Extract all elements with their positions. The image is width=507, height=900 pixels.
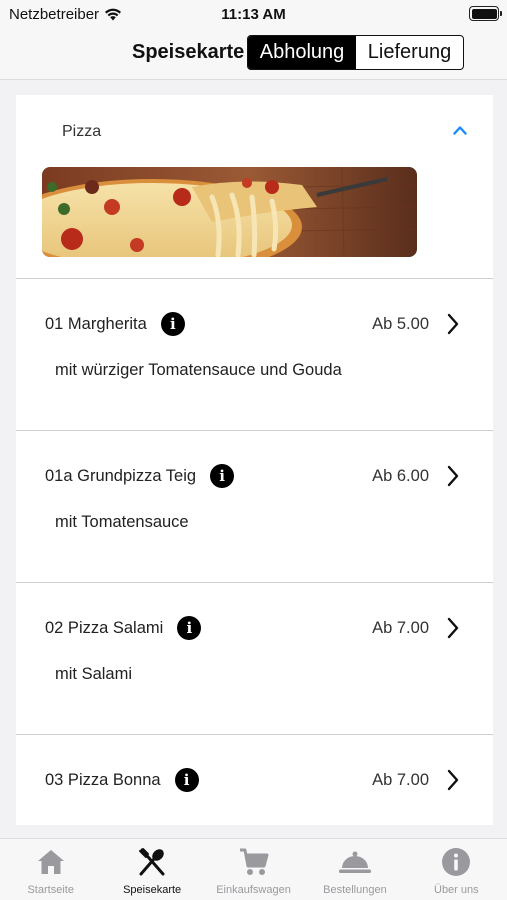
chevron-right-icon[interactable] — [447, 313, 459, 335]
item-name: 01a Grundpizza Teig — [45, 466, 197, 485]
item-price: Ab 7.00 — [372, 770, 429, 789]
category-title: Pizza — [62, 123, 102, 140]
menu-item[interactable]: 03 Pizza Bonna i Ab 7.00 — [16, 735, 493, 825]
info-icon[interactable]: i — [174, 768, 199, 792]
order-type-segmented-control: Abholung Lieferung — [247, 35, 464, 70]
info-icon[interactable]: i — [160, 312, 185, 336]
item-description: mit Tomatensauce — [55, 513, 189, 531]
tab-einkaufswagen[interactable]: Einkaufswagen — [203, 839, 304, 900]
item-name: 01 Margherita — [45, 314, 147, 333]
chevron-up-icon[interactable] — [453, 125, 467, 135]
tab-label: Einkaufswagen — [216, 884, 291, 896]
status-bar: Netzbetreiber 11:13 AM — [0, 0, 507, 28]
menu-item[interactable]: 01 Margherita i Ab 5.00 mit würziger Tom… — [16, 279, 493, 431]
cloche-icon — [338, 846, 372, 878]
clock: 11:13 AM — [221, 6, 286, 23]
tab-label: Speisekarte — [123, 884, 182, 896]
home-icon — [34, 846, 68, 878]
chevron-right-icon[interactable] — [447, 617, 459, 639]
tab-label: Startseite — [27, 884, 74, 896]
category-banner-image — [42, 167, 417, 257]
chevron-right-icon[interactable] — [447, 769, 459, 791]
menu-list: Pizza 01 Margherita i Ab 5.00 mit würzig… — [16, 95, 493, 825]
item-price: Ab 7.00 — [372, 618, 429, 637]
cart-icon — [237, 846, 271, 878]
menu-item[interactable]: 01a Grundpizza Teig i Ab 6.00 mit Tomate… — [16, 431, 493, 583]
tab-bestellungen[interactable]: Bestellungen — [304, 839, 405, 900]
chevron-right-icon[interactable] — [447, 465, 459, 487]
tab-bar: Startseite Speisekarte Einkaufswagen Bes… — [0, 838, 507, 900]
item-price: Ab 6.00 — [372, 466, 429, 485]
info-icon[interactable]: i — [177, 616, 202, 640]
segment-lieferung[interactable]: Lieferung — [356, 36, 463, 69]
tab-ueber-uns[interactable]: Über uns — [406, 839, 507, 900]
page-title: Speisekarte — [132, 41, 245, 63]
fork-spoon-icon — [135, 846, 169, 878]
tab-startseite[interactable]: Startseite — [0, 839, 101, 900]
tab-label: Bestellungen — [323, 884, 387, 896]
item-name: 03 Pizza Bonna — [45, 770, 161, 789]
tab-speisekarte[interactable]: Speisekarte — [101, 839, 202, 900]
item-name: 02 Pizza Salami — [45, 618, 164, 637]
item-description: mit würziger Tomatensauce und Gouda — [55, 361, 342, 379]
navigation-bar: Speisekarte Abholung Lieferung — [0, 28, 507, 80]
tab-label: Über uns — [434, 884, 479, 896]
pizza-photo — [42, 167, 417, 257]
info-icon — [439, 846, 473, 878]
menu-item[interactable]: 02 Pizza Salami i Ab 7.00 mit Salami — [16, 583, 493, 735]
segment-abholung[interactable]: Abholung — [248, 36, 356, 69]
item-description: mit Salami — [55, 665, 133, 683]
info-icon[interactable]: i — [210, 464, 235, 488]
item-price: Ab 5.00 — [372, 314, 429, 333]
battery-icon — [469, 6, 502, 21]
category-header-pizza[interactable]: Pizza — [16, 95, 493, 279]
